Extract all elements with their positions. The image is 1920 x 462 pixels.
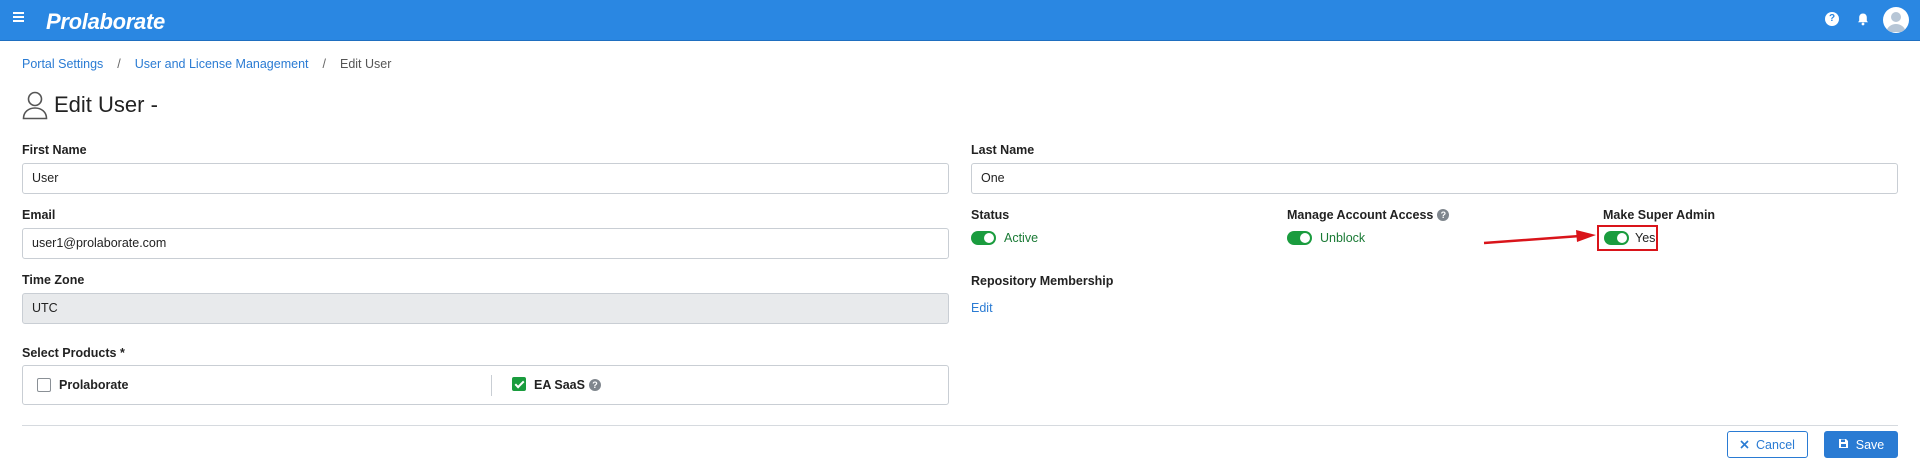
manage-account-access-label: Manage Account Access? bbox=[1287, 208, 1450, 222]
last-name-input[interactable]: One bbox=[971, 163, 1898, 194]
ea-saas-product-label: EA SaaS? bbox=[534, 378, 601, 392]
email-label: Email bbox=[22, 208, 56, 222]
help-icon[interactable]: ? bbox=[1825, 12, 1839, 26]
status-toggle[interactable] bbox=[971, 231, 996, 245]
time-zone-label: Time Zone bbox=[22, 273, 85, 287]
super-admin-label: Make Super Admin bbox=[1603, 208, 1716, 222]
help-icon[interactable]: ? bbox=[588, 379, 601, 391]
last-name-label: Last Name bbox=[971, 143, 1035, 157]
page-title: Edit User - bbox=[54, 92, 158, 117]
cancel-button-label: Cancel bbox=[1756, 437, 1795, 452]
bell-icon[interactable] bbox=[1856, 12, 1870, 26]
save-button-label: Save bbox=[1855, 437, 1885, 452]
breadcrumb-current-page: Edit User bbox=[339, 57, 392, 71]
user-outline-icon bbox=[22, 91, 48, 120]
status-value: Active bbox=[1004, 231, 1039, 245]
user-avatar-icon[interactable] bbox=[1883, 7, 1909, 33]
ea-saas-text[interactable]: EA SaaS bbox=[534, 378, 585, 392]
prolaborate-checkbox[interactable] bbox=[37, 378, 51, 392]
breadcrumb-user-license-management[interactable]: User and License Management bbox=[135, 57, 309, 71]
close-icon bbox=[1740, 438, 1749, 452]
manage-account-access-text: Manage Account Access bbox=[1287, 208, 1434, 222]
breadcrumb-separator: / bbox=[322, 57, 326, 71]
email-input[interactable]: user1@prolaborate.com bbox=[22, 228, 949, 259]
status-label: Status bbox=[971, 208, 1010, 222]
repository-membership-edit-link[interactable]: Edit bbox=[971, 301, 993, 315]
select-products-label: Select Products * bbox=[22, 346, 125, 360]
ea-saas-checkbox[interactable] bbox=[512, 377, 526, 391]
annotation-highlight-box bbox=[1597, 225, 1658, 251]
page-header: Edit User - bbox=[22, 89, 158, 121]
save-button[interactable]: Save bbox=[1824, 431, 1898, 458]
time-zone-field: UTC bbox=[22, 293, 949, 324]
hamburger-menu-icon[interactable] bbox=[13, 12, 24, 26]
floppy-disk-icon bbox=[1838, 438, 1849, 452]
repository-membership-label: Repository Membership bbox=[971, 274, 1114, 288]
help-icon[interactable]: ? bbox=[1437, 209, 1450, 221]
first-name-input[interactable]: User bbox=[22, 163, 949, 194]
first-name-label: First Name bbox=[22, 143, 87, 157]
breadcrumb-portal-settings[interactable]: Portal Settings bbox=[22, 57, 103, 71]
top-navigation-bar: Prolaborate ? bbox=[0, 0, 1920, 41]
breadcrumb-separator: / bbox=[117, 57, 121, 71]
cancel-button[interactable]: Cancel bbox=[1727, 431, 1808, 458]
app-logo[interactable]: Prolaborate bbox=[46, 9, 165, 35]
manage-account-access-toggle[interactable] bbox=[1287, 231, 1312, 245]
annotation-arrow-icon bbox=[1483, 230, 1596, 245]
prolaborate-product-label[interactable]: Prolaborate bbox=[59, 378, 128, 392]
manage-account-access-value: Unblock bbox=[1320, 231, 1366, 245]
footer-divider bbox=[22, 425, 1898, 426]
products-divider bbox=[491, 375, 492, 396]
products-selector: Prolaborate EA SaaS? bbox=[22, 365, 949, 405]
breadcrumb: Portal Settings / User and License Managem… bbox=[22, 57, 391, 71]
